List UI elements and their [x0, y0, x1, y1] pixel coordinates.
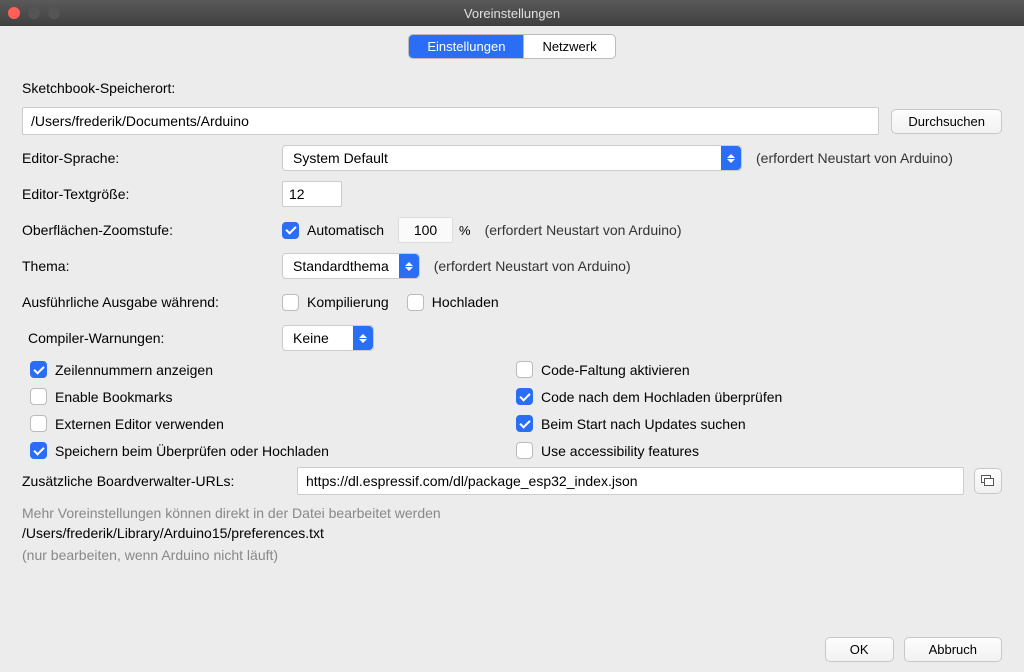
- window-stack-icon: [981, 475, 995, 487]
- chevron-updown-icon: [399, 254, 419, 278]
- sketchbook-path-input[interactable]: [22, 107, 879, 135]
- warnings-select[interactable]: Keine: [282, 325, 374, 351]
- code-folding-label: Code-Faltung aktivieren: [541, 362, 690, 378]
- bookmarks-checkbox[interactable]: [30, 388, 47, 405]
- language-select[interactable]: System Default: [282, 145, 742, 171]
- boards-url-input[interactable]: [297, 467, 964, 495]
- dialog-footer: OK Abbruch: [825, 637, 1002, 662]
- code-folding-checkbox[interactable]: [516, 361, 533, 378]
- tab-bar: Einstellungen Netzwerk: [0, 26, 1024, 65]
- external-editor-label: Externen Editor verwenden: [55, 416, 224, 432]
- verify-upload-checkbox[interactable]: [516, 388, 533, 405]
- linenumbers-label: Zeilennummern anzeigen: [55, 362, 213, 378]
- language-note: (erfordert Neustart von Arduino): [756, 150, 953, 166]
- verbose-compile-label: Kompilierung: [307, 294, 389, 310]
- verbose-upload-label: Hochladen: [432, 294, 499, 310]
- label-zoom: Oberflächen-Zoomstufe:: [22, 222, 282, 238]
- segmented-tabs: Einstellungen Netzwerk: [408, 34, 615, 59]
- fontsize-input[interactable]: [282, 181, 342, 207]
- ok-button[interactable]: OK: [825, 637, 894, 662]
- verify-upload-label: Code nach dem Hochladen überprüfen: [541, 389, 782, 405]
- theme-value: Standardthema: [283, 258, 399, 274]
- label-sketchbook: Sketchbook-Speicherort:: [22, 80, 175, 96]
- tab-network[interactable]: Netzwerk: [524, 35, 614, 58]
- tab-settings[interactable]: Einstellungen: [409, 35, 524, 58]
- window-title: Voreinstellungen: [0, 6, 1024, 21]
- accessibility-label: Use accessibility features: [541, 443, 699, 459]
- zoom-value-input[interactable]: [398, 217, 453, 243]
- zoom-auto-checkbox[interactable]: [282, 222, 299, 239]
- label-theme: Thema:: [22, 258, 282, 274]
- chevron-updown-icon: [353, 326, 373, 350]
- verbose-upload-checkbox[interactable]: [407, 294, 424, 311]
- linenumbers-checkbox[interactable]: [30, 361, 47, 378]
- theme-select[interactable]: Standardthema: [282, 253, 420, 279]
- external-editor-checkbox[interactable]: [30, 415, 47, 432]
- accessibility-checkbox[interactable]: [516, 442, 533, 459]
- language-value: System Default: [283, 150, 721, 166]
- label-language: Editor-Sprache:: [22, 150, 282, 166]
- edit-only-note: (nur bearbeiten, wenn Arduino nicht läuf…: [22, 547, 1002, 563]
- prefs-file-path[interactable]: /Users/frederik/Library/Arduino15/prefer…: [22, 525, 1002, 541]
- warnings-value: Keine: [283, 330, 353, 346]
- zoom-note: (erfordert Neustart von Arduino): [485, 222, 682, 238]
- save-verify-label: Speichern beim Überprüfen oder Hochladen: [55, 443, 329, 459]
- verbose-compile-checkbox[interactable]: [282, 294, 299, 311]
- zoom-pct: %: [459, 223, 471, 238]
- label-boards-url: Zusätzliche Boardverwalter-URLs:: [22, 473, 297, 489]
- open-url-list-button[interactable]: [974, 468, 1002, 494]
- label-verbose: Ausführliche Ausgabe während:: [22, 294, 282, 310]
- titlebar: Voreinstellungen: [0, 0, 1024, 26]
- updates-checkbox[interactable]: [516, 415, 533, 432]
- bookmarks-label: Enable Bookmarks: [55, 389, 173, 405]
- label-warnings: Compiler-Warnungen:: [22, 330, 282, 346]
- label-fontsize: Editor-Textgröße:: [22, 186, 282, 202]
- updates-label: Beim Start nach Updates suchen: [541, 416, 746, 432]
- zoom-auto-label: Automatisch: [307, 222, 384, 238]
- theme-note: (erfordert Neustart von Arduino): [434, 258, 631, 274]
- save-verify-checkbox[interactable]: [30, 442, 47, 459]
- browse-button[interactable]: Durchsuchen: [891, 109, 1002, 134]
- cancel-button[interactable]: Abbruch: [904, 637, 1002, 662]
- more-prefs-hint: Mehr Voreinstellungen können direkt in d…: [22, 505, 1002, 521]
- chevron-updown-icon: [721, 146, 741, 170]
